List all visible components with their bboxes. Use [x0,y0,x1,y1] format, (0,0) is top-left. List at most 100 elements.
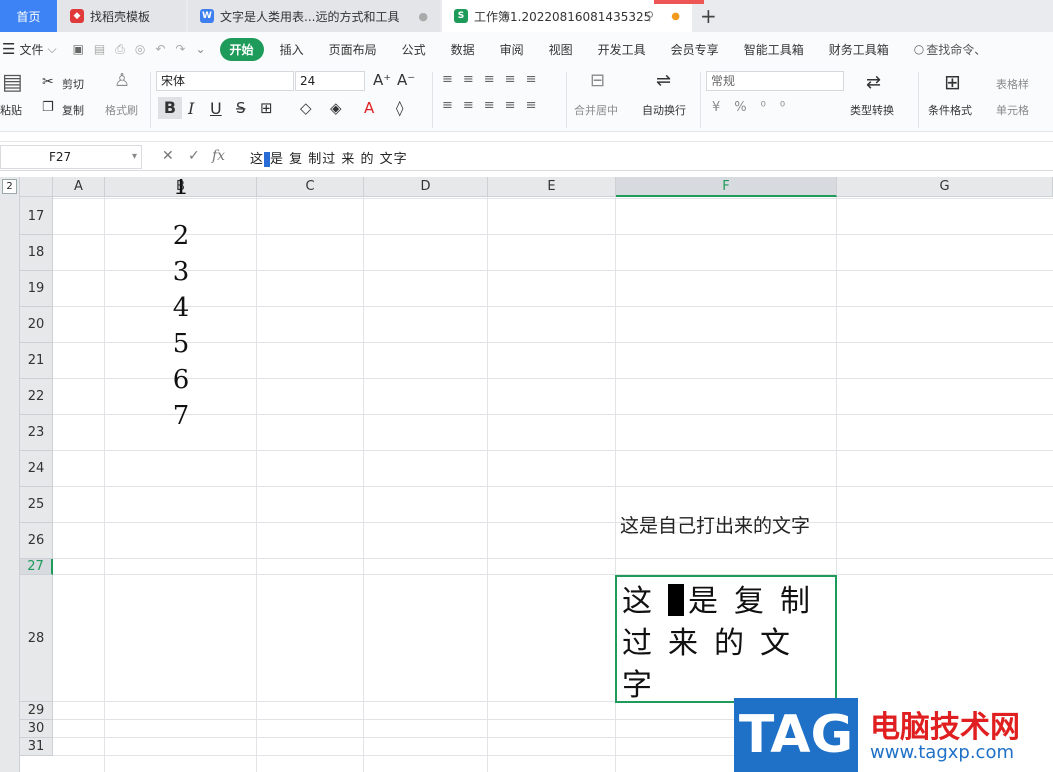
tab-word-doc[interactable]: W 文字是人类用表...远的方式和工具 ● [188,0,440,32]
file-menu[interactable]: 文件 [19,41,43,58]
function-icon[interactable]: fx [212,148,225,164]
row-header-28[interactable]: 28 [20,575,53,702]
row-header-23[interactable]: 23 [20,415,53,451]
save-icon[interactable]: ▣ [73,42,84,56]
new-tab-icon[interactable]: + [700,4,717,28]
export-icon[interactable]: ▤ [94,42,105,56]
copy-icon[interactable]: ❐ [42,100,54,115]
row-header-30[interactable]: 30 [20,720,53,738]
column-header-g[interactable]: G [837,177,1053,197]
menu-insert[interactable]: 插入 [280,41,304,58]
underline-button[interactable]: U [210,99,222,118]
row-header-19[interactable]: 19 [20,271,53,307]
cell-f25[interactable]: 这是自己打出来的文字 [620,511,810,538]
wrap-text-button[interactable]: 自动换行 [642,102,686,118]
cell-b18[interactable]: 3 [105,257,257,287]
cell-b16[interactable]: 1 [105,179,257,199]
preview-icon[interactable]: ◎ [135,42,145,56]
row-header-31[interactable]: 31 [20,738,53,756]
tab-home[interactable]: 首页 [0,0,57,32]
column-header-f[interactable]: F [616,177,837,197]
tab-close-dot-icon[interactable]: ● [418,10,428,23]
pin-icon[interactable]: ⚲ [645,9,654,23]
type-convert-button[interactable]: 类型转换 [850,102,894,118]
row-header-26[interactable]: 26 [20,523,53,559]
column-header-d[interactable]: D [364,177,488,197]
menu-finance-tools[interactable]: 财务工具箱 [829,41,889,58]
menu-start[interactable]: 开始 [219,37,264,61]
select-all-corner[interactable] [20,177,53,197]
undo-icon[interactable]: ↶ [155,42,165,56]
table-style-button[interactable]: 表格样 [996,76,1029,92]
number-format-icons[interactable]: ¥%⁰⁰ [712,100,799,115]
strikethrough-icon[interactable]: S̶ [236,99,246,117]
chevron-down-icon[interactable]: ▾ [132,146,137,168]
column-header-a[interactable]: A [53,177,105,197]
number-format-select[interactable]: 常规 [706,71,844,91]
row-header-25[interactable]: 25 [20,487,53,523]
formula-input[interactable]: 这是 复 制过 来 的 文字 [250,148,408,167]
cell-b17[interactable]: 2 [105,221,257,251]
cell-b21[interactable]: 6 [105,365,257,395]
cut-button[interactable]: 剪切 [62,76,84,92]
menu-member[interactable]: 会员专享 [671,41,719,58]
outline-level-button[interactable]: 2 [2,179,17,194]
name-box[interactable]: F27 ▾ [0,145,142,169]
clear-format-icon[interactable]: ◊ [396,99,403,117]
font-size-select[interactable]: 24 [295,71,365,91]
row-header-17[interactable]: 17 [20,199,53,235]
menu-data[interactable]: 数据 [451,41,475,58]
cell-b20[interactable]: 5 [105,329,257,359]
convert-icon[interactable]: ⇄ [866,72,881,93]
menu-page-layout[interactable]: 页面布局 [329,41,377,58]
row-header-29[interactable]: 29 [20,702,53,720]
row-header-22[interactable]: 22 [20,379,53,415]
conditional-format-button[interactable]: 条件格式 [928,102,972,118]
border-icon[interactable]: ⊞ [260,99,273,117]
hamburger-icon[interactable]: ☰ [2,40,15,58]
row-header-27[interactable]: 27 [20,559,53,575]
spreadsheet-grid[interactable]: 2 ABCDEFG 161718192021222324252627282930… [0,177,1053,772]
cell-style-button[interactable]: 单元格 [996,102,1029,118]
row-header-20[interactable]: 20 [20,307,53,343]
customize-icon[interactable]: ⌄ [195,42,205,56]
row-header-18[interactable]: 18 [20,235,53,271]
menu-formula[interactable]: 公式 [402,41,426,58]
menu-developer[interactable]: 开发工具 [598,41,646,58]
italic-button[interactable]: I [188,99,194,118]
bold-button[interactable]: B [158,97,182,119]
paste-icon[interactable]: ▤ [2,70,23,95]
menu-view[interactable]: 视图 [549,41,573,58]
menu-review[interactable]: 审阅 [500,41,524,58]
menu-smart-tools[interactable]: 智能工具箱 [744,41,804,58]
confirm-icon[interactable]: ✓ [188,148,200,164]
cell-b22[interactable]: 7 [105,401,257,431]
font-color-icon[interactable]: A [364,99,374,117]
redo-icon[interactable]: ↷ [175,42,185,56]
tab-docer[interactable]: ◆ 找稻壳模板 [58,0,186,32]
column-header-c[interactable]: C [257,177,364,197]
column-header-e[interactable]: E [488,177,616,197]
paste-button[interactable]: 粘贴 [0,102,22,118]
scissors-icon[interactable]: ✂ [42,74,54,90]
shading-icon[interactable]: ◈ [330,99,342,117]
row-header-24[interactable]: 24 [20,451,53,487]
search-icon[interactable]: ○ [914,42,924,56]
tab-workbook[interactable]: S 工作簿1.20220816081435325 ⚲ ● [442,0,692,32]
decrease-font-icon[interactable]: A⁻ [397,71,415,89]
merge-center-button[interactable]: 合并居中 [574,102,618,118]
cancel-icon[interactable]: ✕ [162,148,174,164]
print-icon[interactable]: ⎙ [115,42,125,57]
align-left-icons[interactable]: ≡≡≡≡≡ [442,98,546,113]
fill-color-icon[interactable]: ◇ [300,99,312,117]
merge-icon[interactable]: ⊟ [590,70,605,91]
wrap-text-icon[interactable]: ⇌ [656,70,671,91]
cell-f27-editor[interactable]: 这是复制过来的文字 [615,575,837,703]
align-top-icons[interactable]: ≡≡≡≡≡ [442,72,546,87]
chevron-down-icon[interactable]: ⌵ [47,42,56,57]
copy-button[interactable]: 复制 [62,102,84,118]
format-painter-button[interactable]: 格式刷 [105,102,138,118]
format-painter-icon[interactable]: ♙ [114,70,130,91]
font-name-select[interactable]: 宋体 [156,71,294,91]
conditional-format-icon[interactable]: ⊞ [944,70,961,94]
